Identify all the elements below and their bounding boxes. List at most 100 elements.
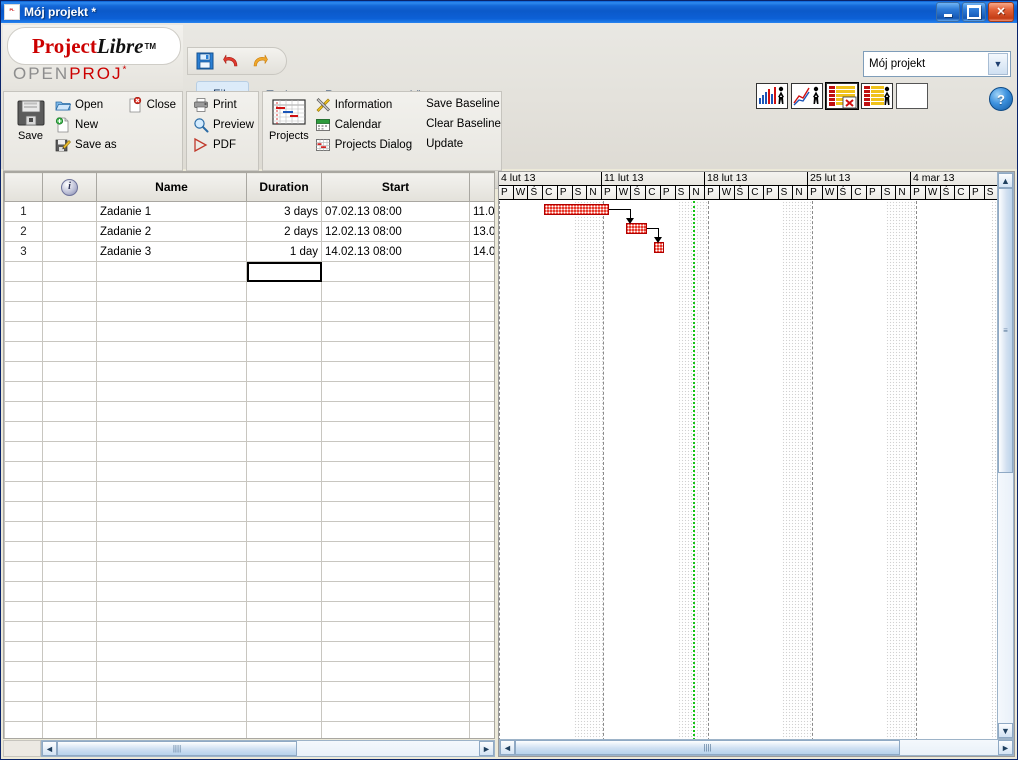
- cell-start[interactable]: [321, 401, 470, 422]
- column-header-duration[interactable]: Duration: [246, 172, 322, 202]
- gantt-chart-area[interactable]: [499, 201, 1014, 756]
- table-row[interactable]: [4, 721, 494, 738]
- table-row[interactable]: 1 Zadanie 13 days07.02.13 08:0011.02: [4, 201, 494, 222]
- clear-baseline-menu-item[interactable]: Clear Baseline: [426, 116, 501, 133]
- cell-finish[interactable]: [469, 341, 494, 362]
- cell-duration[interactable]: [246, 621, 322, 642]
- cell-finish[interactable]: [469, 681, 494, 702]
- hscroll-right-arrow[interactable]: ►: [479, 741, 494, 756]
- cell-start[interactable]: [321, 721, 470, 738]
- cell-finish[interactable]: [469, 701, 494, 722]
- gantt-bar[interactable]: [653, 242, 665, 253]
- cell-finish[interactable]: [469, 421, 494, 442]
- table-row[interactable]: [4, 341, 494, 362]
- cell-finish[interactable]: [469, 541, 494, 562]
- vscroll-track[interactable]: ≡: [998, 188, 1013, 723]
- cell-indicator[interactable]: [42, 481, 97, 502]
- column-header-name[interactable]: Name: [96, 172, 247, 202]
- cell-duration[interactable]: [246, 501, 322, 522]
- gantt-bar[interactable]: [625, 223, 647, 234]
- cell-duration[interactable]: [246, 461, 322, 482]
- cell-indicator[interactable]: [42, 221, 97, 242]
- cell-indicator[interactable]: [42, 541, 97, 562]
- cell-name[interactable]: [96, 661, 247, 682]
- preview-menu-item[interactable]: Preview: [193, 116, 254, 133]
- hscroll-left-arrow[interactable]: ◄: [42, 741, 57, 756]
- cell-duration[interactable]: [246, 261, 322, 282]
- table-row[interactable]: [4, 421, 494, 442]
- minimize-button[interactable]: [936, 2, 960, 22]
- cell-start[interactable]: [321, 681, 470, 702]
- cell-duration[interactable]: [246, 281, 322, 302]
- cell-finish[interactable]: [469, 481, 494, 502]
- gantt-hscrollbar[interactable]: ◄ |||| ►: [499, 739, 1014, 756]
- open-menu-item[interactable]: Open: [55, 96, 117, 113]
- cell-finish[interactable]: [469, 641, 494, 662]
- cell-finish[interactable]: [469, 401, 494, 422]
- table-row[interactable]: [4, 701, 494, 722]
- gantt-hscroll-track[interactable]: ||||: [515, 740, 998, 755]
- redo-icon[interactable]: [250, 52, 268, 70]
- hscroll-track[interactable]: ||||: [57, 741, 479, 756]
- table-row[interactable]: [4, 641, 494, 662]
- cell-duration[interactable]: [246, 641, 322, 662]
- cell-start[interactable]: [321, 341, 470, 362]
- cell-start[interactable]: [321, 261, 470, 282]
- cell-indicator[interactable]: [42, 401, 97, 422]
- cell-indicator[interactable]: [42, 361, 97, 382]
- cell-name[interactable]: [96, 421, 247, 442]
- cell-finish[interactable]: 11.02: [469, 201, 494, 222]
- cell-start[interactable]: [321, 621, 470, 642]
- column-header-start[interactable]: Start: [321, 172, 470, 202]
- cell-indicator[interactable]: [42, 281, 97, 302]
- cell-finish[interactable]: [469, 321, 494, 342]
- cell-duration[interactable]: [246, 541, 322, 562]
- cell-finish[interactable]: [469, 601, 494, 622]
- cell-finish[interactable]: [469, 561, 494, 582]
- information-menu-item[interactable]: Information: [315, 96, 412, 113]
- cell-start[interactable]: [321, 661, 470, 682]
- cell-finish[interactable]: [469, 441, 494, 462]
- cell-indicator[interactable]: [42, 521, 97, 542]
- cell-duration[interactable]: [246, 681, 322, 702]
- cell-indicator[interactable]: [42, 201, 97, 222]
- cell-name[interactable]: [96, 641, 247, 662]
- cell-start[interactable]: 12.02.13 08:00: [321, 221, 470, 242]
- cell-finish[interactable]: [469, 281, 494, 302]
- cell-indicator[interactable]: [42, 341, 97, 362]
- cell-indicator[interactable]: [42, 561, 97, 582]
- chevron-down-icon[interactable]: ▼: [988, 53, 1008, 75]
- save-as-menu-item[interactable]: Save as: [55, 136, 117, 153]
- cell-name[interactable]: Zadanie 2: [96, 221, 247, 242]
- table-row[interactable]: [4, 501, 494, 522]
- table-row[interactable]: [4, 601, 494, 622]
- cell-start[interactable]: 07.02.13 08:00: [321, 201, 470, 222]
- table-row[interactable]: [4, 521, 494, 542]
- table-row[interactable]: [4, 541, 494, 562]
- cell-start[interactable]: [321, 601, 470, 622]
- column-header-rownum[interactable]: [4, 172, 43, 202]
- cell-indicator[interactable]: [42, 721, 97, 738]
- cell-start[interactable]: [321, 521, 470, 542]
- cell-name[interactable]: [96, 521, 247, 542]
- cell-duration[interactable]: [246, 341, 322, 362]
- gantt-hscroll-thumb[interactable]: ||||: [515, 740, 900, 755]
- cell-indicator[interactable]: [42, 681, 97, 702]
- cell-indicator[interactable]: [42, 621, 97, 642]
- cell-name[interactable]: [96, 381, 247, 402]
- cell-name[interactable]: Zadanie 3: [96, 241, 247, 262]
- cell-start[interactable]: [321, 581, 470, 602]
- cell-start[interactable]: [321, 461, 470, 482]
- cell-name[interactable]: [96, 341, 247, 362]
- cell-indicator[interactable]: [42, 581, 97, 602]
- column-header-finish[interactable]: [469, 172, 494, 202]
- cell-duration[interactable]: [246, 601, 322, 622]
- hscroll-thumb[interactable]: ||||: [57, 741, 297, 756]
- cell-name[interactable]: [96, 561, 247, 582]
- table-row[interactable]: [4, 461, 494, 482]
- cell-start[interactable]: [321, 541, 470, 562]
- cell-name[interactable]: [96, 261, 247, 282]
- table-row[interactable]: 2 Zadanie 22 days12.02.13 08:0013.02: [4, 221, 494, 242]
- table-row[interactable]: [4, 621, 494, 642]
- cell-duration[interactable]: 1 day: [246, 241, 322, 262]
